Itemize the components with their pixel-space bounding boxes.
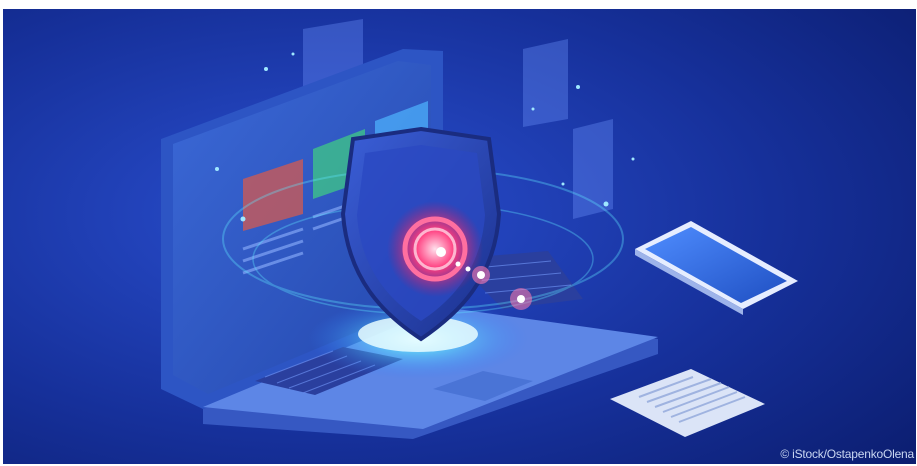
image-credit: © iStock/OstapenkoOlena: [780, 447, 914, 461]
cybersecurity-illustration: © iStock/OstapenkoOlena: [3, 9, 916, 464]
illustration-frame: © iStock/OstapenkoOlena: [0, 0, 917, 466]
